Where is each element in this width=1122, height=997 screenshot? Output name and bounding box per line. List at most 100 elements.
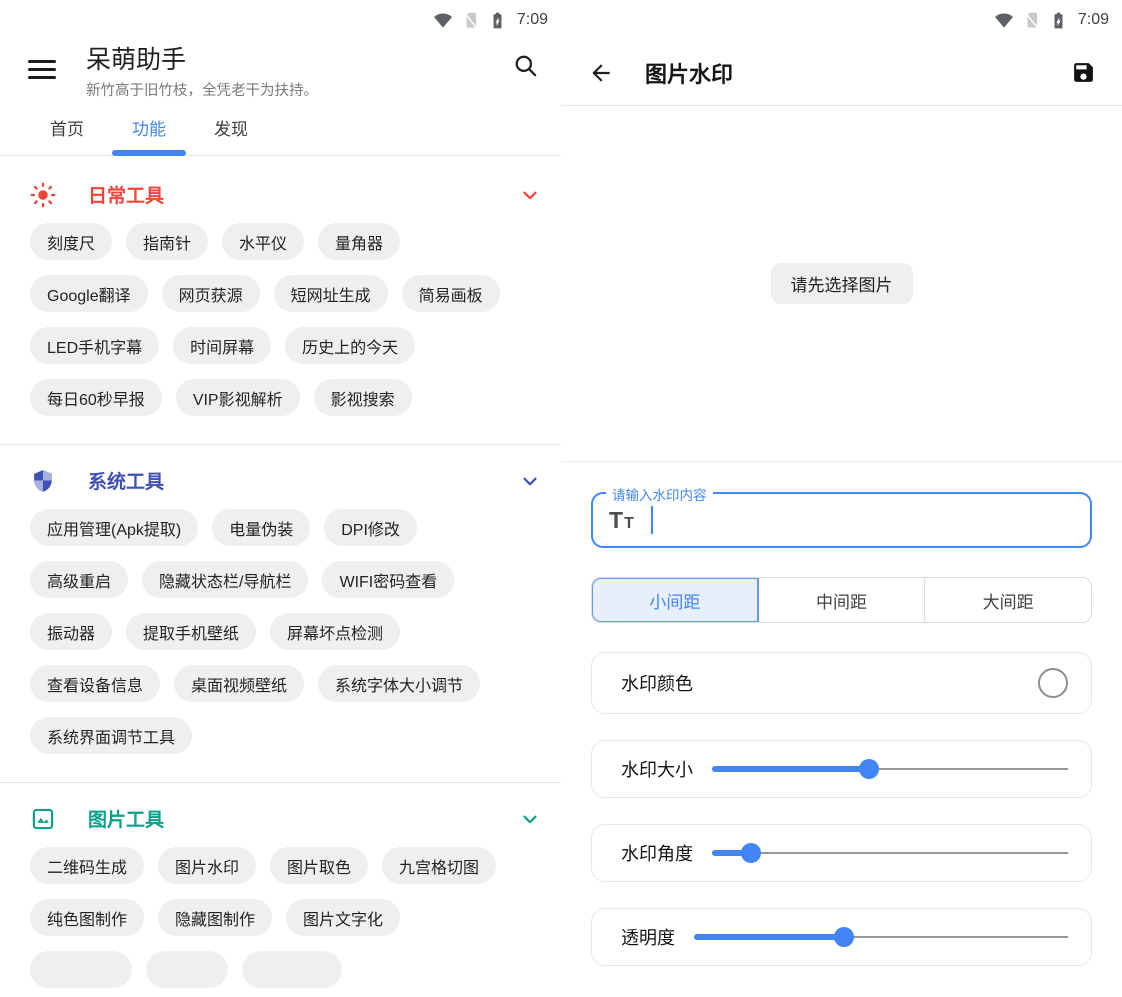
- chip-纯色图制作[interactable]: 纯色图制作: [30, 899, 144, 936]
- app-header: 呆萌助手 新竹高于旧竹枝，全凭老干为扶持。: [0, 40, 561, 100]
- chip-隐藏图制作[interactable]: 隐藏图制作: [158, 899, 272, 936]
- divider: [561, 461, 1122, 462]
- chip-Google翻译[interactable]: Google翻译: [30, 275, 148, 312]
- color-circle-outline[interactable]: [1038, 668, 1068, 698]
- chevron-down-icon[interactable]: [519, 470, 541, 492]
- active-tab-underline: [112, 150, 186, 156]
- slider-thumb[interactable]: [834, 927, 854, 947]
- status-bar: 7:09: [561, 0, 1122, 40]
- watermark-input-label: 请输入水印内容: [606, 484, 713, 504]
- chip-DPI修改[interactable]: DPI修改: [324, 509, 417, 546]
- chip-row: 应用管理(Apk提取) 电量伪装 DPI修改: [30, 509, 537, 546]
- sun-icon: [30, 182, 56, 208]
- no-sim-icon: [461, 11, 480, 30]
- chip-查看设备信息[interactable]: 查看设备信息: [30, 665, 160, 702]
- status-time: 7:09: [517, 11, 548, 29]
- slider-thumb[interactable]: [741, 843, 761, 863]
- page-title: 图片水印: [645, 57, 733, 89]
- tab-discover[interactable]: 发现: [214, 100, 248, 155]
- chip-VIP影视解析[interactable]: VIP影视解析: [176, 379, 300, 416]
- row-label: 透明度: [621, 924, 675, 950]
- chip-WIFI密码查看[interactable]: WIFI密码查看: [322, 561, 454, 598]
- row-label: 水印角度: [621, 840, 693, 866]
- chip-九宫格切图[interactable]: 九宫格切图: [382, 847, 496, 884]
- save-icon[interactable]: [1071, 60, 1096, 85]
- section-title: 系统工具: [88, 467, 164, 494]
- battery-charging-icon: [1049, 10, 1068, 31]
- chip-电量伪装[interactable]: 电量伪装: [212, 509, 310, 546]
- chip-group-daily-tools: 刻度尺指南针水平仪量角器 Google翻译网页获源短网址生成简易画板 LED手机字幕…: [30, 223, 537, 416]
- chip-图片水印[interactable]: 图片水印: [158, 847, 256, 884]
- seg-large-spacing[interactable]: 大间距: [925, 578, 1091, 622]
- chevron-down-icon[interactable]: [519, 184, 541, 206]
- chip-图片取色[interactable]: 图片取色: [270, 847, 368, 884]
- row-label: 水印大小: [621, 756, 693, 782]
- chip-group-system-tools: 应用管理(Apk提取) 电量伪装 DPI修改高级重启隐藏状态栏/导航栏 WIFI密码查…: [30, 509, 537, 754]
- opacity-slider[interactable]: [694, 926, 1068, 948]
- chip-row: Google翻译网页获源短网址生成简易画板: [30, 275, 537, 312]
- chip-量角器[interactable]: 量角器: [318, 223, 400, 260]
- chip-row: 刻度尺指南针水平仪量角器: [30, 223, 537, 260]
- image-icon: [30, 806, 56, 832]
- slider-thumb[interactable]: [859, 759, 879, 779]
- chip-提取手机壁纸[interactable]: 提取手机壁纸: [126, 613, 256, 650]
- chip-row: 纯色图制作隐藏图制作图片文字化: [30, 899, 537, 936]
- chip-高级重启[interactable]: 高级重启: [30, 561, 128, 598]
- chip-简易画板[interactable]: 简易画板: [402, 275, 500, 312]
- top-tab-bar: 首页功能发现: [0, 100, 561, 156]
- chip-桌面视频壁纸[interactable]: 桌面视频壁纸: [174, 665, 304, 702]
- chip-LED手机字幕[interactable]: LED手机字幕: [30, 327, 159, 364]
- chip-二维码生成[interactable]: 二维码生成: [30, 847, 144, 884]
- chevron-down-icon[interactable]: [519, 808, 541, 830]
- chip-振动器[interactable]: 振动器: [30, 613, 112, 650]
- chip-屏幕坏点检测[interactable]: 屏幕坏点检测: [270, 613, 400, 650]
- chip-刻度尺[interactable]: 刻度尺: [30, 223, 112, 260]
- app-subtitle: 新竹高于旧竹枝，全凭老干为扶持。: [86, 79, 318, 100]
- chip-水平仪[interactable]: 水平仪: [222, 223, 304, 260]
- no-sim-icon: [1022, 11, 1041, 30]
- chip-时间屏幕[interactable]: 时间屏幕: [173, 327, 271, 364]
- chip-cut-off[interactable]: [146, 951, 228, 988]
- watermark-input[interactable]: 请输入水印内容 TT: [591, 492, 1092, 548]
- chip-图片文字化[interactable]: 图片文字化: [286, 899, 400, 936]
- seg-small-spacing[interactable]: 小间距: [592, 578, 759, 622]
- chip-group-image-tools: 二维码生成图片水印图片取色九宫格切图纯色图制作隐藏图制作图片文字化: [30, 847, 537, 988]
- chip-历史上的今天[interactable]: 历史上的今天: [285, 327, 415, 364]
- chip-cut-off[interactable]: [30, 951, 132, 988]
- tab-home[interactable]: 首页: [50, 100, 84, 155]
- chip-row: 查看设备信息桌面视频壁纸系统字体大小调节: [30, 665, 537, 702]
- chip-每日60秒早报[interactable]: 每日60秒早报: [30, 379, 162, 416]
- section-header-system-tools: 系统工具: [30, 467, 541, 494]
- chip-cut-off[interactable]: [242, 951, 342, 988]
- back-arrow-icon[interactable]: [588, 60, 614, 86]
- opacity-row: 透明度: [591, 908, 1092, 966]
- chip-系统字体大小调节[interactable]: 系统字体大小调节: [318, 665, 480, 702]
- menu-icon[interactable]: [28, 60, 56, 79]
- app-title: 呆萌助手: [86, 44, 318, 76]
- text-cursor: [651, 506, 653, 534]
- left-app-panel: 7:09 呆萌助手 新竹高于旧竹枝，全凭老干为扶持。 首页功能发现 日常工具 刻…: [0, 0, 561, 997]
- watermark-size-slider[interactable]: [712, 758, 1068, 780]
- text-format-icon: TT: [609, 509, 635, 532]
- divider: [0, 782, 561, 783]
- select-image-button[interactable]: 请先选择图片: [771, 263, 913, 304]
- chip-影视搜索[interactable]: 影视搜索: [314, 379, 412, 416]
- tab-features[interactable]: 功能: [132, 100, 166, 155]
- chip-row: 每日60秒早报 VIP影视解析影视搜索: [30, 379, 537, 416]
- chip-网页获源[interactable]: 网页获源: [162, 275, 260, 312]
- watermark-angle-slider[interactable]: [712, 842, 1068, 864]
- chip-隐藏状态栏/导航栏[interactable]: 隐藏状态栏/导航栏: [142, 561, 308, 598]
- chip-row: 振动器提取手机壁纸屏幕坏点检测: [30, 613, 537, 650]
- toolbar: 图片水印: [561, 40, 1122, 106]
- seg-medium-spacing[interactable]: 中间距: [759, 578, 926, 622]
- search-icon[interactable]: [512, 52, 539, 84]
- chip-系统界面调节工具[interactable]: 系统界面调节工具: [30, 717, 192, 754]
- chip-短网址生成[interactable]: 短网址生成: [274, 275, 388, 312]
- divider: [0, 444, 561, 445]
- chip-指南针[interactable]: 指南针: [126, 223, 208, 260]
- section-header-daily-tools: 日常工具: [30, 181, 541, 208]
- watermark-size-row: 水印大小: [591, 740, 1092, 798]
- chip-应用管理(Apk提取)[interactable]: 应用管理(Apk提取): [30, 509, 198, 546]
- section-title: 图片工具: [88, 805, 164, 832]
- watermark-screen-panel: 7:09 图片水印 请先选择图片 请输入水印内容 TT 小间距中间距大间距 水印…: [561, 0, 1122, 997]
